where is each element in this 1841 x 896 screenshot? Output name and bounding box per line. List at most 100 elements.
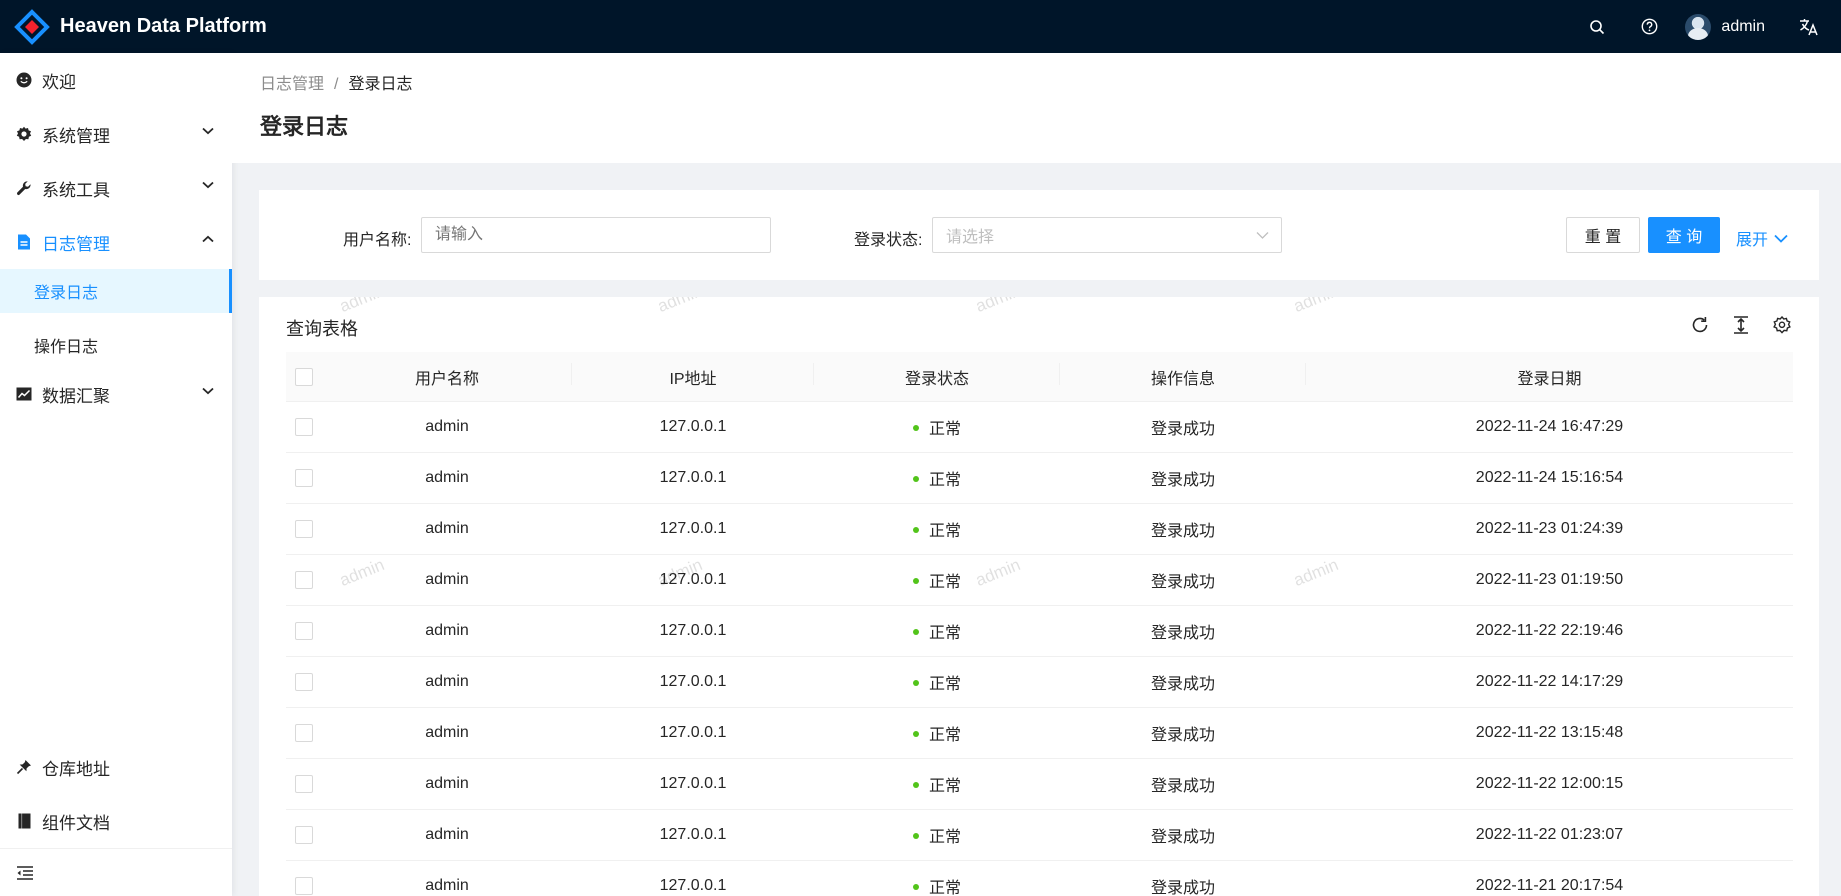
translate-icon[interactable] xyxy=(1783,0,1835,53)
smile-icon xyxy=(16,72,32,88)
row-checkbox-cell xyxy=(286,418,322,436)
row-checkbox-cell xyxy=(286,469,322,487)
select-all-checkbox[interactable] xyxy=(295,367,313,386)
table-title: 查询表格 xyxy=(286,319,358,339)
file-text-icon xyxy=(16,234,32,250)
cell-date: 2022-11-22 13:15:48 xyxy=(1475,724,1624,741)
cell-ip: 127.0.0.1 xyxy=(659,877,727,894)
cell-info: 登录成功 xyxy=(1150,523,1215,540)
status-dot xyxy=(912,577,919,584)
status-select[interactable]: 请选择 xyxy=(932,217,1282,253)
cell-date: 2022-11-22 22:19:46 xyxy=(1475,622,1624,639)
status-text: 正常 xyxy=(928,880,961,896)
row-checkbox[interactable] xyxy=(295,418,313,436)
expand-label: 展开 xyxy=(1736,232,1769,249)
status-text: 正常 xyxy=(928,778,961,795)
table-row[interactable]: admin 127.0.0.1 正常 登录成功 2022-11-22 01:23:07 xyxy=(286,810,1793,861)
setting-icon[interactable] xyxy=(1771,314,1793,336)
username-label: 用户名称: xyxy=(343,232,412,249)
cell-date: 2022-11-22 01:23:07 xyxy=(1475,826,1624,843)
avatar xyxy=(1685,13,1712,40)
row-checkbox-cell xyxy=(286,775,322,793)
cell-status: 正常 xyxy=(814,772,1060,796)
cell-status: 正常 xyxy=(814,721,1060,745)
status-text: 正常 xyxy=(928,421,961,438)
table-row[interactable]: admin 127.0.0.1 正常 登录成功 2022-11-23 01:19:50 xyxy=(286,555,1793,606)
setting-icon xyxy=(16,126,32,142)
username-input[interactable] xyxy=(421,217,771,253)
row-checkbox[interactable] xyxy=(295,673,313,691)
cell-username: admin xyxy=(425,673,469,690)
table-row[interactable]: admin 127.0.0.1 正常 登录成功 2022-11-22 12:00:15 xyxy=(286,759,1793,810)
cell-ip: 127.0.0.1 xyxy=(659,724,727,741)
sidebar-item-repository[interactable]: 仓库地址 xyxy=(0,740,232,794)
status-text: 正常 xyxy=(928,625,961,642)
row-checkbox[interactable] xyxy=(295,724,313,742)
cell-status: 正常 xyxy=(814,415,1060,439)
sidebar-subitem-login-log[interactable]: 登录日志 xyxy=(0,269,232,313)
status-dot xyxy=(912,883,919,890)
table-header-row: 用户名称 IP地址 登录状态 操作信息 登录日期 xyxy=(286,352,1793,402)
cell-info: 登录成功 xyxy=(1150,421,1215,438)
sidebar-subitem-operation-log[interactable]: 操作日志 xyxy=(0,323,232,367)
chevron-up-icon xyxy=(202,235,214,243)
user-menu[interactable]: admin xyxy=(1675,0,1783,53)
row-checkbox[interactable] xyxy=(295,571,313,589)
column-header-ip: IP地址 xyxy=(572,362,814,389)
cell-username: admin xyxy=(425,775,469,792)
cell-ip: 127.0.0.1 xyxy=(659,673,727,690)
cell-info: 登录成功 xyxy=(1150,625,1215,642)
sidebar-item-log-management[interactable]: 日志管理 xyxy=(0,215,232,269)
row-checkbox[interactable] xyxy=(295,622,313,640)
query-button[interactable]: 查 询 xyxy=(1648,217,1720,253)
sidebar-item-system-tools[interactable]: 系统工具 xyxy=(0,161,232,215)
sidebar-collapse-button[interactable] xyxy=(0,848,232,896)
column-header-username: 用户名称 xyxy=(322,362,572,389)
logo[interactable]: Heaven Data Platform xyxy=(14,8,267,45)
cell-date: 2022-11-23 01:19:50 xyxy=(1475,571,1624,588)
expand-link[interactable]: 展开 xyxy=(1736,226,1788,250)
sidebar-item-component-docs[interactable]: 组件文档 xyxy=(0,794,232,848)
cell-ip: 127.0.0.1 xyxy=(659,775,727,792)
table-row[interactable]: admin 127.0.0.1 正常 登录成功 2022-11-22 14:17:29 xyxy=(286,657,1793,708)
cell-info: 登录成功 xyxy=(1150,880,1215,896)
column-height-icon[interactable] xyxy=(1730,314,1752,336)
cell-status: 正常 xyxy=(814,670,1060,694)
cell-status: 正常 xyxy=(814,823,1060,847)
row-checkbox[interactable] xyxy=(295,775,313,793)
breadcrumb: 日志管理 / 登录日志 xyxy=(260,70,412,94)
table-row[interactable]: admin 127.0.0.1 正常 登录成功 2022-11-21 20:17:54 xyxy=(286,861,1793,896)
help-icon[interactable] xyxy=(1623,0,1675,53)
status-text: 正常 xyxy=(928,676,961,693)
table-row[interactable]: admin 127.0.0.1 正常 登录成功 2022-11-22 13:15:48 xyxy=(286,708,1793,759)
reset-button[interactable]: 重 置 xyxy=(1566,217,1640,253)
breadcrumb-parent[interactable]: 日志管理 xyxy=(260,76,324,93)
cell-username: admin xyxy=(425,724,469,741)
reload-icon[interactable] xyxy=(1689,314,1711,336)
table-row[interactable]: admin 127.0.0.1 正常 登录成功 2022-11-23 01:24:39 xyxy=(286,504,1793,555)
cell-info: 登录成功 xyxy=(1150,727,1215,744)
cell-date: 2022-11-22 14:17:29 xyxy=(1475,673,1624,690)
breadcrumb-current: 登录日志 xyxy=(348,76,413,93)
table-row[interactable]: admin 127.0.0.1 正常 登录成功 2022-11-22 22:19:46 xyxy=(286,606,1793,657)
sidebar-item-label: 欢迎 xyxy=(42,72,76,92)
sidebar-item-welcome[interactable]: 欢迎 xyxy=(0,53,232,107)
table-card: 查询表格 用户名称 IP地址 登录状态 操作信息 登录日期 admin 127.0… xyxy=(259,297,1819,896)
row-checkbox[interactable] xyxy=(295,520,313,538)
table-row[interactable]: admin 127.0.0.1 正常 登录成功 2022-11-24 15:16:54 xyxy=(286,453,1793,504)
sidebar-item-data-aggregation[interactable]: 数据汇聚 xyxy=(0,367,232,421)
row-checkbox[interactable] xyxy=(295,826,313,844)
stock-icon xyxy=(16,386,32,402)
cell-status: 正常 xyxy=(814,517,1060,541)
sidebar-item-system-management[interactable]: 系统管理 xyxy=(0,107,232,161)
row-checkbox[interactable] xyxy=(295,469,313,487)
cell-date: 2022-11-24 16:47:29 xyxy=(1475,418,1624,435)
table-row[interactable]: admin 127.0.0.1 正常 登录成功 2022-11-24 16:47:29 xyxy=(286,402,1793,453)
table-body: admin 127.0.0.1 正常 登录成功 2022-11-24 16:47:29 a… xyxy=(286,402,1793,896)
sidebar-item-label: 系统工具 xyxy=(42,180,110,200)
search-icon[interactable] xyxy=(1571,0,1623,53)
sidebar: 欢迎 系统管理 系统工具 日志管理 登录日志 操作日志 数据汇聚 仓库地址 组件… xyxy=(0,53,232,896)
cell-status: 正常 xyxy=(814,568,1060,592)
user-name: admin xyxy=(1721,17,1765,35)
row-checkbox[interactable] xyxy=(295,877,313,895)
